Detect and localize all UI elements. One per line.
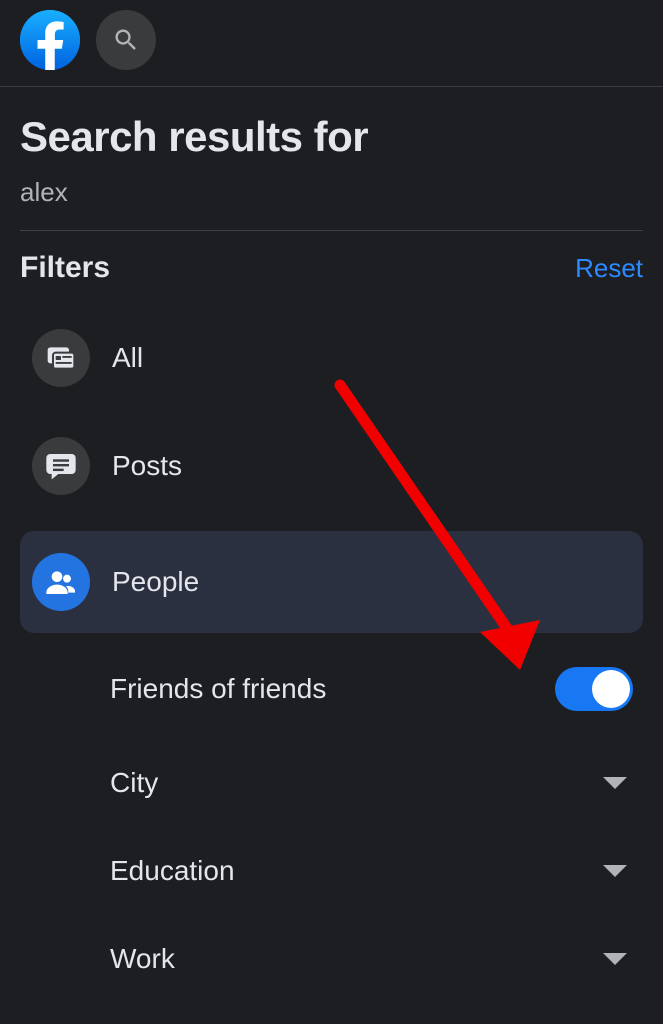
facebook-logo[interactable]	[20, 10, 80, 70]
facebook-logo-icon	[20, 10, 80, 70]
chevron-down-icon	[603, 953, 627, 965]
category-people[interactable]: People	[20, 531, 643, 633]
subfilter-friends-of-friends-label: Friends of friends	[110, 673, 326, 705]
subfilter-work[interactable]: Work	[20, 931, 643, 987]
subfilter-city[interactable]: City	[20, 755, 643, 811]
category-list: All Posts People	[20, 315, 643, 633]
search-query: alex	[20, 177, 643, 208]
category-posts[interactable]: Posts	[20, 423, 643, 509]
filters-title: Filters	[20, 251, 110, 285]
subfilter-list: Friends of friends City Education Work	[20, 655, 643, 987]
subfilter-friends-of-friends[interactable]: Friends of friends	[20, 655, 643, 723]
all-icon	[32, 329, 90, 387]
category-people-label: People	[112, 566, 199, 598]
divider	[20, 230, 643, 231]
chevron-down-icon	[603, 777, 627, 789]
subfilter-education-label: Education	[110, 855, 235, 887]
search-button[interactable]	[96, 10, 156, 70]
category-posts-label: Posts	[112, 450, 182, 482]
content: Search results for alex Filters Reset Al…	[0, 87, 663, 987]
reset-button[interactable]: Reset	[575, 253, 643, 284]
filters-header: Filters Reset	[20, 251, 643, 285]
chevron-down-icon	[603, 865, 627, 877]
toggle-knob	[592, 670, 630, 708]
search-icon	[112, 26, 140, 54]
friends-of-friends-toggle[interactable]	[555, 667, 633, 711]
people-icon	[32, 553, 90, 611]
category-all[interactable]: All	[20, 315, 643, 401]
page-title: Search results for	[20, 113, 643, 161]
subfilter-education[interactable]: Education	[20, 843, 643, 899]
top-bar	[0, 0, 663, 87]
subfilter-city-label: City	[110, 767, 158, 799]
category-all-label: All	[112, 342, 143, 374]
posts-icon	[32, 437, 90, 495]
subfilter-work-label: Work	[110, 943, 175, 975]
